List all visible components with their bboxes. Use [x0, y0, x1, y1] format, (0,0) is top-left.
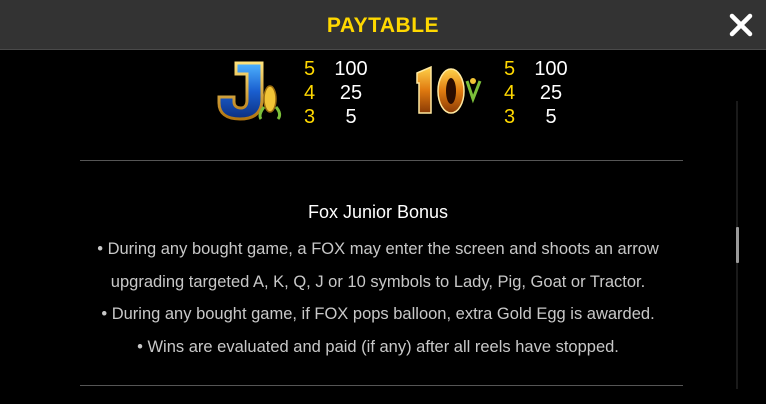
pay-count: 3 [304, 106, 316, 128]
divider [80, 385, 683, 386]
pay-value: 5 [345, 106, 357, 128]
symbol-pay-row: 5 100 4 25 35 5 100 4 25 3 5 [0, 57, 766, 129]
bonus-text-line: • Wins are evaluated and paid (if any) a… [137, 338, 619, 356]
pay-value: 5 [545, 106, 557, 128]
pay-line: 35 [304, 105, 376, 129]
bonus-text-line: • During any bought game, a FOX may ente… [97, 240, 659, 258]
pay-line: 35 [504, 105, 576, 129]
pay-count: 3 [504, 106, 516, 128]
bonus-text-line: • During any bought game, if FOX pops ba… [101, 305, 655, 323]
symbol-j-pays: 5 100 4 25 35 [304, 57, 376, 129]
symbol-j-entry: 5 100 4 25 35 [214, 57, 384, 129]
pay-value: 25 [339, 82, 363, 104]
bonus-text-line: upgrading targeted A, K, Q, J or 10 symb… [110, 273, 646, 291]
pay-value: 100 [534, 58, 568, 80]
bonus-title: Fox Junior Bonus [307, 202, 449, 222]
letter-j-symbol-icon [217, 61, 282, 121]
ten-symbol-icon [416, 65, 482, 114]
pay-count: 4 [304, 82, 316, 104]
divider [80, 160, 683, 161]
pay-line: 4 25 [504, 81, 576, 105]
paytable-content[interactable]: 5 100 4 25 35 5 100 4 25 3 5 Fox Junior … [0, 51, 766, 404]
symbol-ten-entry: 5 100 4 25 35 [413, 57, 583, 129]
pay-count: 5 [304, 58, 316, 80]
page-title: PAYTABLE [326, 14, 440, 37]
pay-line: 4 25 [304, 81, 376, 105]
pay-count: 5 [504, 58, 516, 80]
symbol-ten-pays: 5 100 4 25 35 [504, 57, 576, 129]
paytable-header: PAYTABLE [0, 0, 766, 50]
close-icon [729, 13, 753, 37]
pay-count: 4 [504, 82, 516, 104]
close-button[interactable] [728, 12, 754, 38]
pay-value: 25 [539, 82, 563, 104]
pay-line: 5 100 [504, 57, 576, 81]
pay-line: 5 100 [304, 57, 376, 81]
pay-value: 100 [334, 58, 368, 80]
scrollbar-thumb[interactable] [736, 227, 739, 263]
